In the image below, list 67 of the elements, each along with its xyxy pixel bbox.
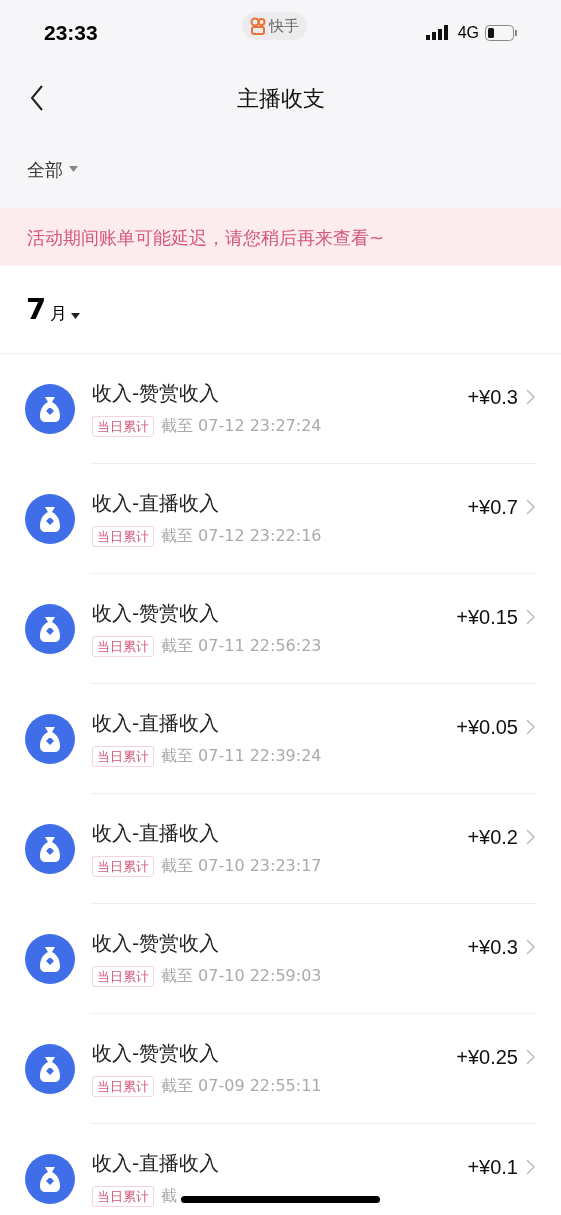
money-bag-icon xyxy=(25,604,75,654)
record-amount: +¥0.15 xyxy=(456,605,518,630)
back-icon[interactable] xyxy=(30,85,44,111)
record-tag: 当日累计 xyxy=(92,635,154,657)
record-row[interactable]: 收入-赞赏收入 当日累计 截至 07-09 22:55:11 +¥0.25 xyxy=(0,1014,561,1124)
record-amount: +¥0.1 xyxy=(467,1155,518,1180)
record-tag: 当日累计 xyxy=(92,855,154,877)
camera-icon xyxy=(250,17,266,35)
record-time: 截至 07-09 22:55:11 xyxy=(161,1075,322,1097)
record-title: 收入-赞赏收入 xyxy=(92,600,221,626)
status-time: 23:33 xyxy=(44,20,98,47)
record-amount: +¥0.7 xyxy=(467,495,518,520)
record-row[interactable]: 收入-赞赏收入 当日累计 截至 07-11 22:56:23 +¥0.15 xyxy=(0,574,561,684)
record-time: 截至 07-11 22:56:23 xyxy=(161,635,322,657)
record-tag: 当日累计 xyxy=(92,1075,154,1097)
filter-dropdown[interactable]: 全部 xyxy=(27,155,78,183)
record-tag: 当日累计 xyxy=(92,1185,154,1207)
chevron-icon xyxy=(526,1159,535,1175)
money-bag-icon xyxy=(25,494,75,544)
record-title: 收入-直播收入 xyxy=(92,490,221,516)
record-time: 截至 07-10 22:59:03 xyxy=(161,965,322,987)
record-amount: +¥0.3 xyxy=(467,385,518,410)
chevron-icon xyxy=(526,499,535,515)
record-tag: 当日累计 xyxy=(92,415,154,437)
record-amount: +¥0.25 xyxy=(456,1045,518,1070)
record-title: 收入-直播收入 xyxy=(92,820,221,846)
money-bag-icon xyxy=(25,824,75,874)
chevron-icon xyxy=(526,719,535,735)
record-tag: 当日累计 xyxy=(92,745,154,767)
record-row[interactable]: 收入-赞赏收入 当日累计 截至 07-12 23:27:24 +¥0.3 xyxy=(0,354,561,464)
record-amount: +¥0.3 xyxy=(467,935,518,960)
record-time: 截 xyxy=(161,1185,177,1207)
caret-icon xyxy=(71,312,81,319)
record-tag: 当日累计 xyxy=(92,965,154,987)
record-tag: 当日累计 xyxy=(92,525,154,547)
record-title: 收入-赞赏收入 xyxy=(92,1040,221,1066)
chevron-icon xyxy=(526,829,535,845)
chevron-icon xyxy=(526,1049,535,1065)
money-bag-icon xyxy=(25,1044,75,1094)
record-title: 收入-赞赏收入 xyxy=(92,380,221,406)
notice-text: 活动期间账单可能延迟，请您稍后再来查看~ xyxy=(27,225,385,250)
month-picker[interactable]: 7 月 xyxy=(26,287,81,332)
record-amount: +¥0.05 xyxy=(456,715,518,740)
money-bag-icon xyxy=(25,714,75,764)
app-indicator: 快手 xyxy=(242,12,307,40)
money-bag-icon xyxy=(25,1154,75,1204)
chevron-icon xyxy=(526,389,535,405)
record-row[interactable]: 收入-直播收入 当日累计 截至 07-10 23:23:17 +¥0.2 xyxy=(0,794,561,904)
record-title: 收入-直播收入 xyxy=(92,710,221,736)
record-row[interactable]: 收入-直播收入 当日累计 截至 07-11 22:39:24 +¥0.05 xyxy=(0,684,561,794)
money-bag-icon xyxy=(25,384,75,434)
money-bag-icon xyxy=(25,934,75,984)
record-title: 收入-直播收入 xyxy=(92,1150,221,1176)
record-time: 截至 07-11 22:39:24 xyxy=(161,745,322,767)
chevron-icon xyxy=(526,609,535,625)
record-title: 收入-赞赏收入 xyxy=(92,930,221,956)
record-time: 截至 07-12 23:22:16 xyxy=(161,525,322,547)
record-amount: +¥0.2 xyxy=(467,825,518,850)
record-time: 截至 07-12 23:27:24 xyxy=(161,415,322,437)
chevron-icon xyxy=(526,939,535,955)
record-time: 截至 07-10 23:23:17 xyxy=(161,855,322,877)
page-title: 主播收支 xyxy=(236,84,325,113)
caret-icon xyxy=(69,166,78,172)
battery-icon xyxy=(485,25,517,41)
record-row[interactable]: 收入-直播收入 当日累计 截至 07-12 23:22:16 +¥0.7 xyxy=(0,464,561,574)
network-label: 4G xyxy=(457,23,479,43)
record-row[interactable]: 收入-赞赏收入 当日累计 截至 07-10 22:59:03 +¥0.3 xyxy=(0,904,561,1014)
